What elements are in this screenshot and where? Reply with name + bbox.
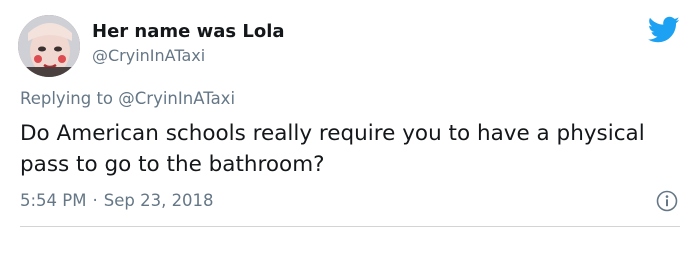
timestamp-separator: · xyxy=(92,191,98,210)
info-icon[interactable] xyxy=(656,190,678,212)
divider xyxy=(20,226,680,227)
twitter-bird-icon[interactable] xyxy=(648,16,680,44)
author-handle[interactable]: @CryinInATaxi xyxy=(92,46,205,66)
tweet-text: Do American schools really require you t… xyxy=(20,121,645,177)
tweet-time: 5:54 PM xyxy=(20,191,87,210)
tweet-timestamp[interactable]: 5:54 PM · Sep 23, 2018 xyxy=(20,190,214,212)
avatar-image xyxy=(18,15,80,77)
tweet-date: Sep 23, 2018 xyxy=(103,191,214,210)
replying-to-mention[interactable]: @CryinInATaxi xyxy=(118,89,235,108)
author-display-name[interactable]: Her name was Lola xyxy=(92,21,285,43)
avatar[interactable] xyxy=(18,15,80,77)
replying-to-label: Replying to xyxy=(20,89,114,108)
tweet-card: Her name was Lola @CryinInATaxi Replying… xyxy=(0,0,700,280)
replying-to: Replying to @CryinInATaxi xyxy=(20,88,235,110)
